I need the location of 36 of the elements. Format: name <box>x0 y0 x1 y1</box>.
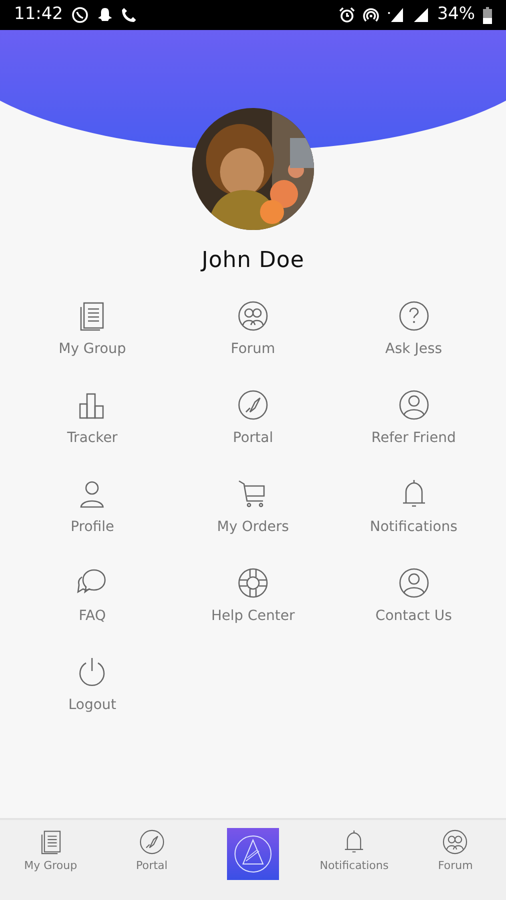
ghost-icon <box>97 7 113 23</box>
alarm-icon <box>339 7 356 23</box>
menu-item[interactable]: Tracker <box>12 388 173 449</box>
nav-tab[interactable]: My Group <box>24 828 78 874</box>
menu-item[interactable]: My Orders <box>172 477 334 538</box>
menu-item[interactable]: Notifications <box>333 477 494 538</box>
nav-tab[interactable]: Portal <box>136 828 168 874</box>
signal-icon <box>413 7 430 23</box>
user-circle-icon <box>396 566 431 600</box>
hotspot-icon <box>363 7 380 23</box>
mobile-signal-icon <box>387 7 406 23</box>
help-icon <box>396 299 431 333</box>
group-icon <box>236 299 270 333</box>
battery-icon <box>483 6 492 24</box>
nav-tab[interactable]: Notifications <box>320 828 389 874</box>
user-circle-icon <box>396 388 431 422</box>
clock-time: 11:42 <box>14 3 63 26</box>
menu-item[interactable]: Help Center <box>172 566 334 627</box>
menu-item[interactable]: Refer Friend <box>333 388 494 449</box>
menu-item[interactable]: Ask Jess <box>333 299 494 360</box>
group-icon <box>441 828 470 856</box>
menu-item[interactable]: Profile <box>12 477 173 538</box>
menu-item[interactable]: Contact Us <box>333 566 494 627</box>
menu-item[interactable]: FAQ <box>12 566 173 627</box>
battery-level: 34% <box>437 3 475 26</box>
menu-item[interactable]: My Group <box>12 299 173 360</box>
menu-item[interactable]: Portal <box>172 388 334 449</box>
compass-icon <box>138 828 166 856</box>
logo-icon[interactable] <box>226 828 279 880</box>
nav-tab[interactable]: Forum <box>438 828 473 874</box>
phone-icon <box>121 7 137 23</box>
profile-name: John Doe <box>200 247 306 275</box>
compass-icon <box>236 388 270 422</box>
menu-item[interactable]: Logout <box>12 655 173 716</box>
menu-item[interactable]: Forum <box>172 299 334 360</box>
lifebuoy-icon <box>236 566 270 600</box>
